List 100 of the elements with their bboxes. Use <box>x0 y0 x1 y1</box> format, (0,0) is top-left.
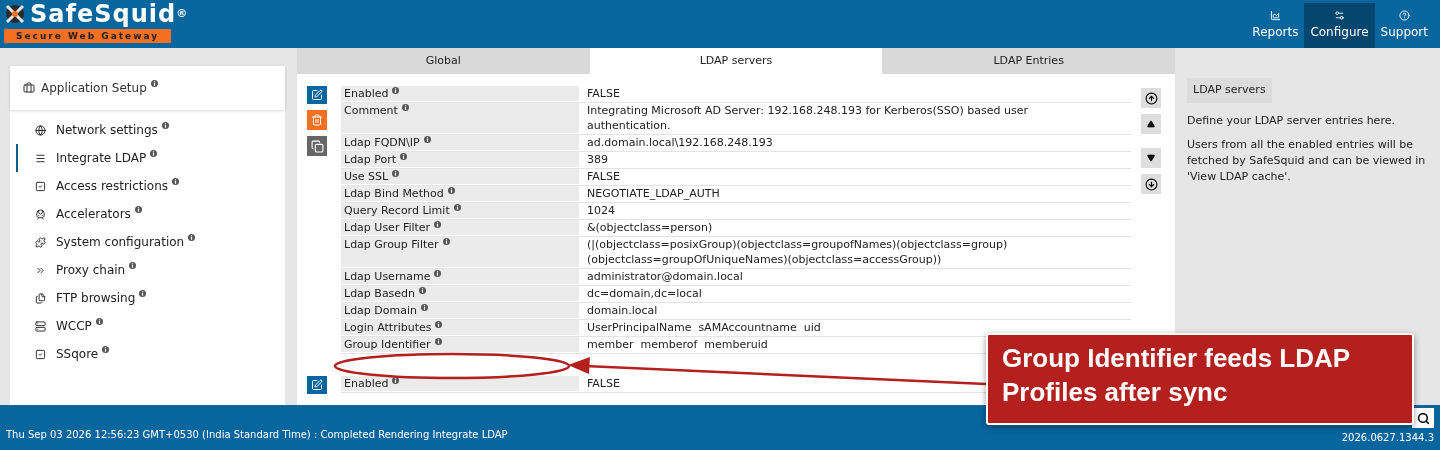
trash-icon <box>311 114 323 126</box>
move-up-button[interactable] <box>1141 114 1161 134</box>
globe-icon <box>35 124 46 136</box>
copy-button[interactable] <box>307 136 327 156</box>
version-text: 2026.0627.1344.3 <box>1341 431 1434 445</box>
info-icon <box>400 153 408 160</box>
field-label: Comment <box>341 103 579 133</box>
help-text: Define your LDAP server entries here. <box>1187 112 1396 129</box>
field-value: &(objectclass=person) <box>587 221 713 234</box>
info-icon <box>139 290 147 297</box>
field-value: FALSE <box>587 170 620 183</box>
triangle-up-icon <box>1147 120 1155 128</box>
tab[interactable]: LDAP Entries <box>882 48 1175 74</box>
sidebar-item[interactable]: Access restrictions <box>16 172 285 200</box>
info-icon <box>435 321 443 328</box>
info-icon <box>421 304 428 311</box>
field-label: Enabled <box>341 376 579 391</box>
sidebar-item[interactable]: System configuration <box>16 228 285 256</box>
field-label: Ldap Username <box>341 269 579 284</box>
field-value: administrator@domain.local <box>587 270 743 283</box>
field-value: dc=domain,dc=local <box>587 287 702 300</box>
info-icon <box>95 318 103 325</box>
field-label: Ldap Group Filter <box>341 237 579 267</box>
info-icon <box>434 270 442 277</box>
search-icon <box>1416 411 1430 425</box>
info-icon <box>392 170 400 177</box>
help-icon <box>1398 10 1410 21</box>
delete-button[interactable] <box>307 110 327 130</box>
tab[interactable]: Global <box>297 48 590 74</box>
field-label: Query Record Limit <box>341 203 579 218</box>
field-label: Ldap User Filter <box>341 220 579 235</box>
help-text: Users from all the enabled entries will be fetched by SafeSquid and can be viewed in 'View LDAP cache'. <box>1187 136 1427 185</box>
field-value: member memberof memberuid <box>587 338 768 351</box>
info-icon <box>423 136 431 143</box>
field-value: Integrating Microsoft AD Server: 192.168.248.193 for Kerberos(SSO) based user authentication. <box>587 104 1029 132</box>
sidebar-item[interactable]: WCCP <box>16 312 285 340</box>
info-icon <box>134 206 142 213</box>
field-label: Group Identifier <box>341 337 579 352</box>
briefcase-icon <box>23 82 35 94</box>
logo-text: SafeSquid$^{®}$ <box>30 2 189 26</box>
edit-icon <box>311 89 323 101</box>
nav-tab[interactable]: Configure <box>1304 3 1375 48</box>
info-icon <box>442 238 450 245</box>
arrow-up-circle-icon <box>1144 91 1158 105</box>
nav-tab[interactable]: Support <box>1374 3 1434 48</box>
chart-icon <box>1269 10 1281 21</box>
sidebar-item[interactable]: Integrate LDAP <box>16 144 285 172</box>
search-button[interactable] <box>1412 408 1434 428</box>
field-value: 389 <box>587 153 608 166</box>
field-label: Ldap Domain <box>341 303 579 318</box>
info-icon <box>172 178 179 185</box>
copy-icon <box>310 139 324 153</box>
field-label: Ldap Basedn <box>341 286 579 301</box>
sidebar-item[interactable]: Network settings <box>16 116 285 144</box>
info-icon <box>453 204 461 211</box>
info-icon <box>419 287 427 294</box>
edit-button[interactable] <box>307 376 327 394</box>
field-value: 1024 <box>587 204 615 217</box>
status-message: Thu Sep 03 2026 12:56:23 GMT+0530 (India Standard Time) : Completed Rendering Integrate LDAP <box>6 428 508 442</box>
squid-logo-icon <box>4 3 26 25</box>
info-icon <box>392 377 400 384</box>
info-icon <box>102 346 110 353</box>
annotation-callout: Group Identifier feeds LDAP Profiles after sync <box>986 333 1414 425</box>
edit-icon <box>311 379 323 391</box>
info-icon <box>150 80 158 87</box>
field-value: UserPrincipalName sAMAccountname uid <box>587 321 821 334</box>
sidebar-item[interactable]: Proxy chain <box>16 256 285 284</box>
arrow-down-circle-icon <box>1144 177 1158 191</box>
sidebar-item[interactable]: SSqore <box>16 340 285 368</box>
checkbox-icon <box>35 180 46 192</box>
field-label: Ldap Port <box>341 152 579 167</box>
info-icon <box>434 338 442 345</box>
field-value: ad.domain.local\192.168.248.193 <box>587 136 773 149</box>
logo-tagline: Secure Web Gateway <box>4 29 172 43</box>
field-value: FALSE <box>587 377 620 390</box>
info-icon <box>434 221 442 228</box>
checkbox-icon <box>35 348 46 360</box>
menu-icon <box>35 152 46 164</box>
info-icon <box>129 262 137 269</box>
sidebar-item[interactable]: FTP browsing <box>16 284 285 312</box>
info-icon <box>188 234 196 241</box>
field-value: NEGOTIATE_LDAP_AUTH <box>587 187 720 200</box>
info-icon <box>161 122 169 129</box>
info-icon <box>150 150 158 157</box>
move-down-button[interactable] <box>1141 148 1161 168</box>
nav-tab[interactable]: Reports <box>1246 3 1305 48</box>
move-top-button[interactable] <box>1141 88 1161 108</box>
edit-button[interactable] <box>307 86 327 104</box>
train-icon <box>35 208 46 220</box>
server-icon <box>35 320 46 332</box>
field-value: (|(objectclass=posixGroup)(objectclass=groupofNames)(objectclass=group)(objectclass=groupOfUniqueNames)(objectclass=accessGroup)) <box>587 238 1008 266</box>
info-icon <box>401 104 409 111</box>
files-icon <box>35 292 46 304</box>
sidebar-item[interactable]: Accelerators <box>16 200 285 228</box>
info-icon <box>392 87 400 94</box>
move-bottom-button[interactable] <box>1141 174 1161 194</box>
info-icon <box>447 187 455 194</box>
puzzle-icon <box>35 236 46 248</box>
field-label: Ldap FQDN\IP <box>341 135 579 150</box>
field-value: FALSE <box>587 87 620 100</box>
